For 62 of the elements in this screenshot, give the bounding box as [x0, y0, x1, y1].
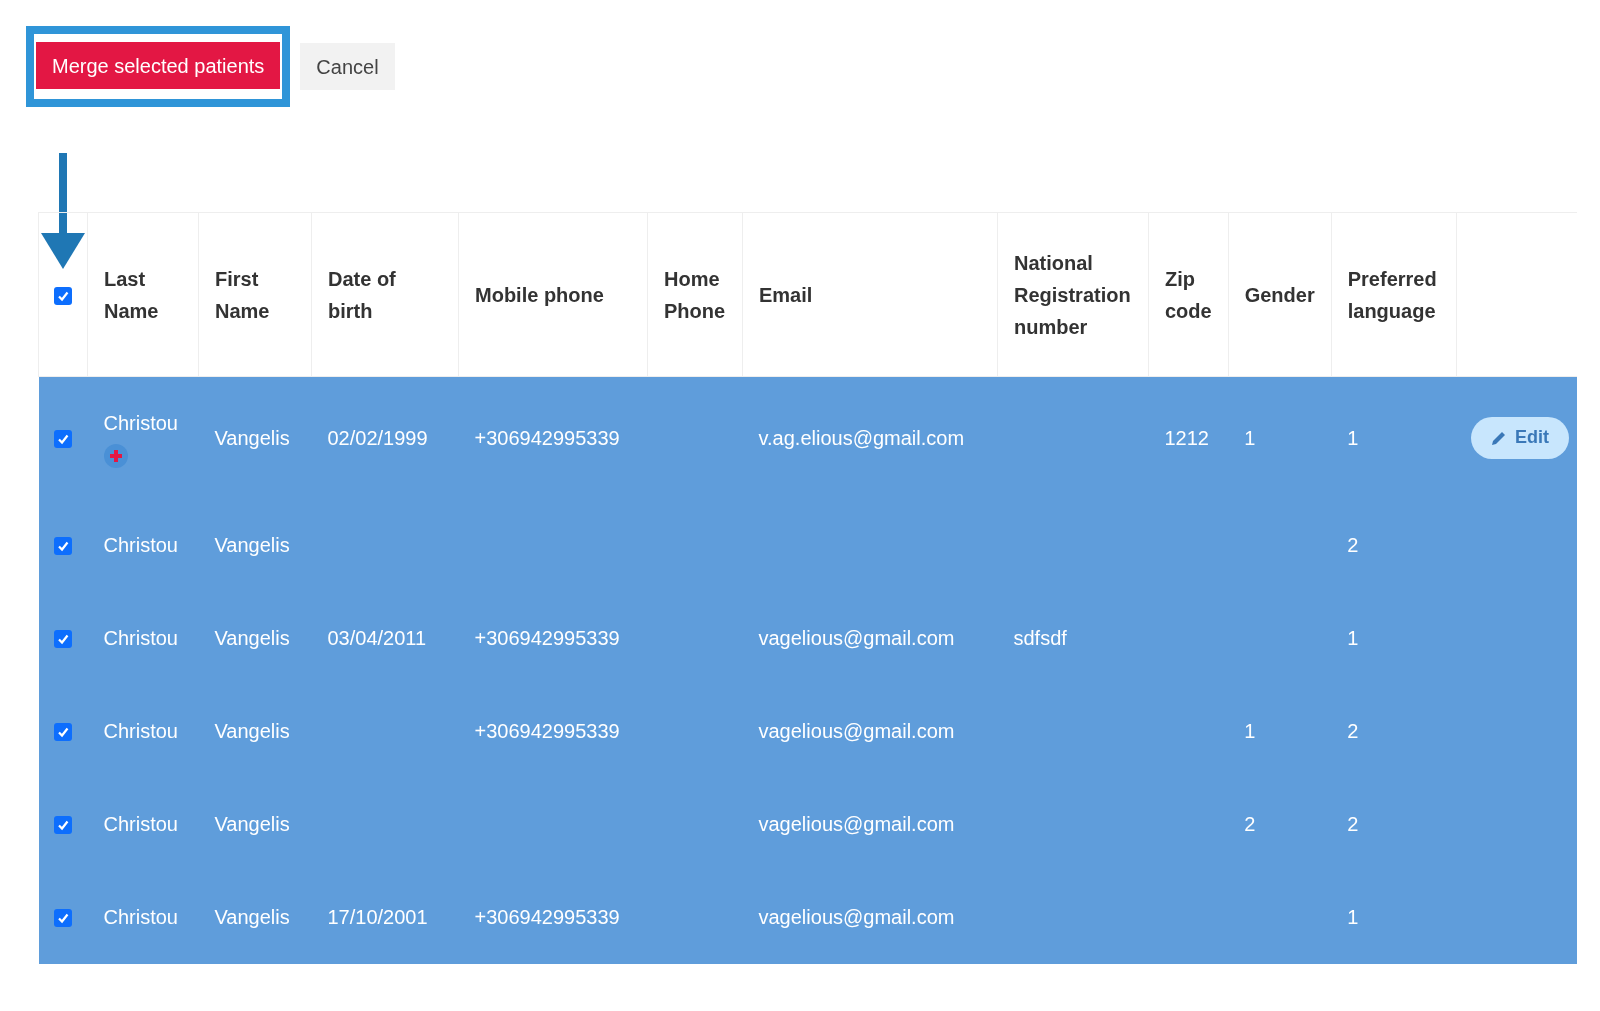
checkbox[interactable] [54, 816, 72, 834]
checkbox[interactable] [54, 286, 72, 305]
table-cell: vagelious@gmail.com [758, 720, 955, 742]
column-header: Preferred language [1347, 267, 1437, 322]
table-cell: 2 [1347, 720, 1359, 742]
table-cell: 1 [1347, 627, 1359, 649]
table-cell: +306942995339 [474, 720, 620, 742]
table-cell: Vangelis [214, 720, 290, 742]
checkbox[interactable] [54, 909, 72, 927]
column-header: Gender [1244, 283, 1315, 306]
cancel-button[interactable]: Cancel [300, 43, 395, 90]
table-row[interactable]: Christou Vangelis 02/02/1999 +306942995339 v.ag.elious@gmail.com 1212 1 1 Edit [38, 376, 1577, 499]
column-header: Zip code [1165, 267, 1212, 322]
checkbox[interactable] [54, 723, 72, 741]
table-cell: Christou [103, 534, 178, 556]
checkbox[interactable] [54, 537, 72, 555]
table-cell: 1212 [1164, 426, 1209, 449]
column-header: Home Phone [664, 267, 726, 322]
table-cell: Vangelis [214, 426, 290, 449]
table-cell: 1 [1244, 426, 1256, 449]
column-header: National Registration number [1014, 251, 1131, 338]
merge-button[interactable]: Merge selected patients [36, 42, 281, 89]
table-cell: 1 [1244, 720, 1256, 742]
checkbox[interactable] [54, 429, 72, 448]
column-header: Email [759, 283, 813, 306]
table-cell: vagelious@gmail.com [758, 813, 955, 835]
table-cell: vagelious@gmail.com [758, 906, 955, 928]
table-cell: Vangelis [214, 534, 290, 556]
table-cell: Christou [103, 627, 178, 649]
table-cell: sdfsdf [1013, 627, 1067, 649]
table-row[interactable]: Christou Vangelis 2 [38, 498, 1577, 592]
table-cell: 2 [1244, 813, 1256, 835]
table-cell: Vangelis [214, 906, 290, 928]
table-row[interactable]: Christou Vangelis 03/04/2011 +306942995339 vagelious@gmail.com sdfsdf 1 [38, 591, 1577, 685]
table-cell: 02/02/1999 [327, 426, 428, 449]
table-row[interactable]: Christou Vangelis vagelious@gmail.com 2 2 [38, 777, 1577, 871]
table-cell: 1 [1347, 426, 1359, 449]
table-cell: Vangelis [214, 627, 290, 649]
table-cell: +306942995339 [474, 426, 620, 449]
table-cell: vagelious@gmail.com [758, 627, 955, 649]
table-cell: Christou [103, 813, 178, 835]
table-cell: +306942995339 [474, 906, 620, 928]
table-cell-text: Christou [103, 410, 179, 436]
edit-button[interactable]: Edit [1471, 416, 1569, 459]
table-cell: 2 [1347, 534, 1359, 556]
table-cell: 03/04/2011 [327, 627, 427, 649]
checkbox[interactable] [54, 630, 72, 648]
table-cell: 17/10/2001 [327, 906, 428, 928]
table-row[interactable]: Christou Vangelis +306942995339 vagelious@gmail.com 1 2 [38, 684, 1577, 778]
table-cell: 2 [1347, 813, 1359, 835]
table-cell: 1 [1347, 906, 1359, 928]
column-header: Mobile phone [475, 283, 604, 306]
table-row[interactable]: Christou Vangelis 17/10/2001 +306942995339 vagelious@gmail.com 1 [38, 870, 1577, 964]
table-cell: +306942995339 [474, 627, 620, 649]
column-header: Last Name [104, 267, 159, 322]
table-cell: v.ag.elious@gmail.com [758, 426, 965, 449]
table-cell: Vangelis [214, 813, 290, 835]
pencil-icon [1491, 429, 1507, 446]
table-cell: Christou [103, 720, 178, 742]
column-header: Date of birth [328, 267, 396, 322]
column-header: First Name [215, 267, 270, 322]
table-cell: Christou [103, 906, 178, 928]
